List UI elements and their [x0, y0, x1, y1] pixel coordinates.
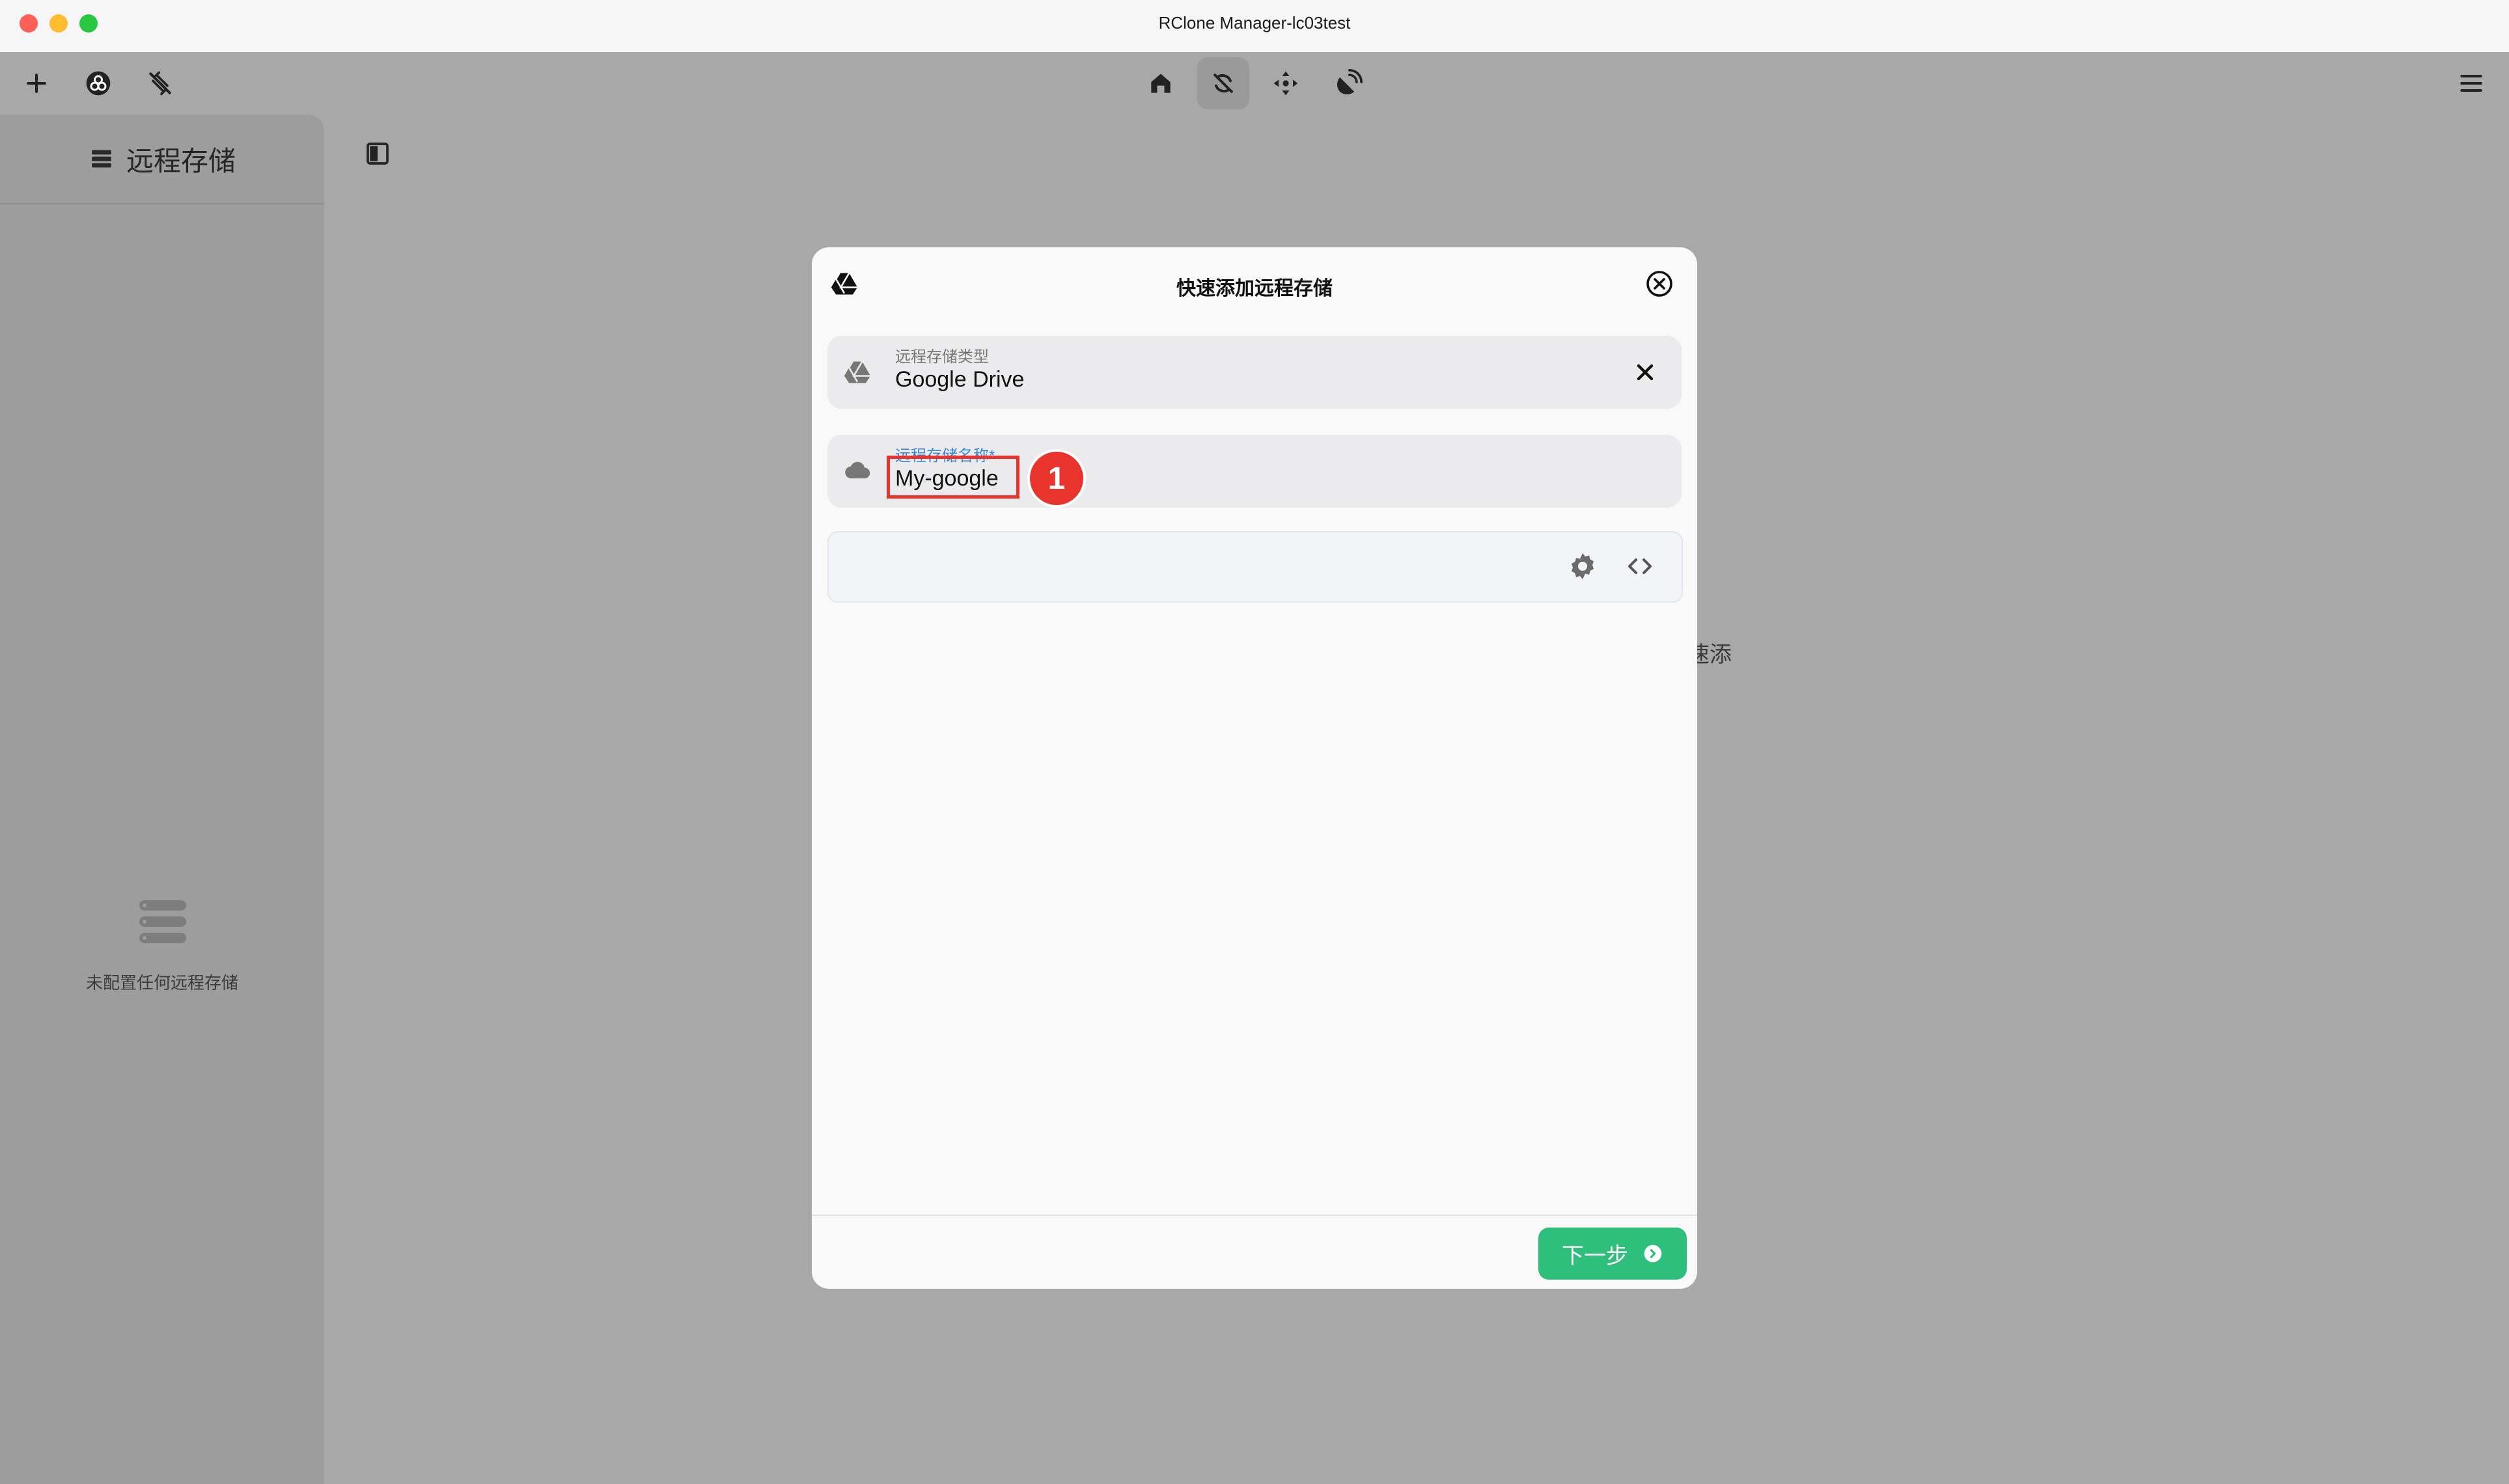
- next-step-label: 下一步: [1562, 1243, 1628, 1269]
- nav-move-button[interactable]: [1260, 57, 1312, 109]
- empty-state-text: 未配置任何远程存储: [85, 973, 238, 993]
- rclone-logo-button[interactable]: [72, 57, 124, 109]
- code-icon: [1628, 558, 1652, 574]
- next-step-button[interactable]: 下一步: [1538, 1228, 1687, 1280]
- toggle-sidebar-button[interactable]: [362, 138, 393, 169]
- advanced-options-bar: [827, 531, 1683, 603]
- title-bar: RClone Manager-lc03test: [0, 0, 2509, 53]
- nav-home-button[interactable]: [1135, 57, 1187, 109]
- home-icon: [1151, 74, 1171, 93]
- remote-type-field[interactable]: 远程存储类型 Google Drive: [827, 336, 1682, 409]
- satellite-icon: [1337, 69, 1363, 95]
- move-icon: [1273, 71, 1298, 96]
- hamburger-menu-icon: [2460, 74, 2482, 92]
- disconnected-icon: [149, 71, 171, 96]
- nav-serve-button[interactable]: [1322, 57, 1374, 109]
- dialog-title: 快速添加远程存储: [1176, 278, 1333, 299]
- close-dialog-button[interactable]: [1644, 268, 1675, 299]
- sidebar: 远程存储 未配置任何远程存储: [0, 115, 324, 1484]
- close-circle-icon: [1646, 271, 1672, 297]
- remote-type-label: 远程存储类型: [895, 348, 989, 366]
- annotation-step-marker: 1: [1027, 449, 1086, 508]
- toolbar: [0, 52, 2509, 115]
- annotation-highlight-box: [887, 456, 1019, 499]
- sidebar-title: 远程存储: [126, 145, 236, 176]
- add-icon: [27, 74, 46, 93]
- quick-add-remote-dialog: 快速添加远程存储 远程存储类型 Google Drive 远程存储名称* My-…: [812, 247, 1697, 1289]
- google-drive-icon: [844, 361, 871, 383]
- sidebar-header: 远程存储: [0, 115, 324, 204]
- add-button[interactable]: [10, 57, 62, 109]
- close-icon: [1637, 364, 1654, 381]
- disconnect-button[interactable]: [134, 57, 186, 109]
- gear-icon: [1572, 553, 1594, 579]
- window-title: RClone Manager-lc03test: [1158, 13, 1351, 33]
- cloud-icon: [845, 461, 870, 479]
- dialog-footer: 下一步: [812, 1215, 1697, 1289]
- clear-type-button[interactable]: [1629, 357, 1661, 388]
- arrow-circle-right-icon: [1644, 1244, 1662, 1263]
- storage-list-icon: [91, 150, 111, 168]
- sync-icon: [1213, 74, 1233, 93]
- cloud-logo-icon: [86, 71, 111, 96]
- sidebar-toggle-icon: [367, 143, 389, 165]
- code-view-button[interactable]: [1624, 551, 1656, 582]
- settings-button[interactable]: [1567, 551, 1598, 582]
- menu-button[interactable]: [2445, 57, 2497, 109]
- empty-storage-icon: [139, 900, 186, 943]
- remote-type-value: Google Drive: [895, 367, 1025, 392]
- nav-sync-button[interactable]: [1197, 57, 1249, 109]
